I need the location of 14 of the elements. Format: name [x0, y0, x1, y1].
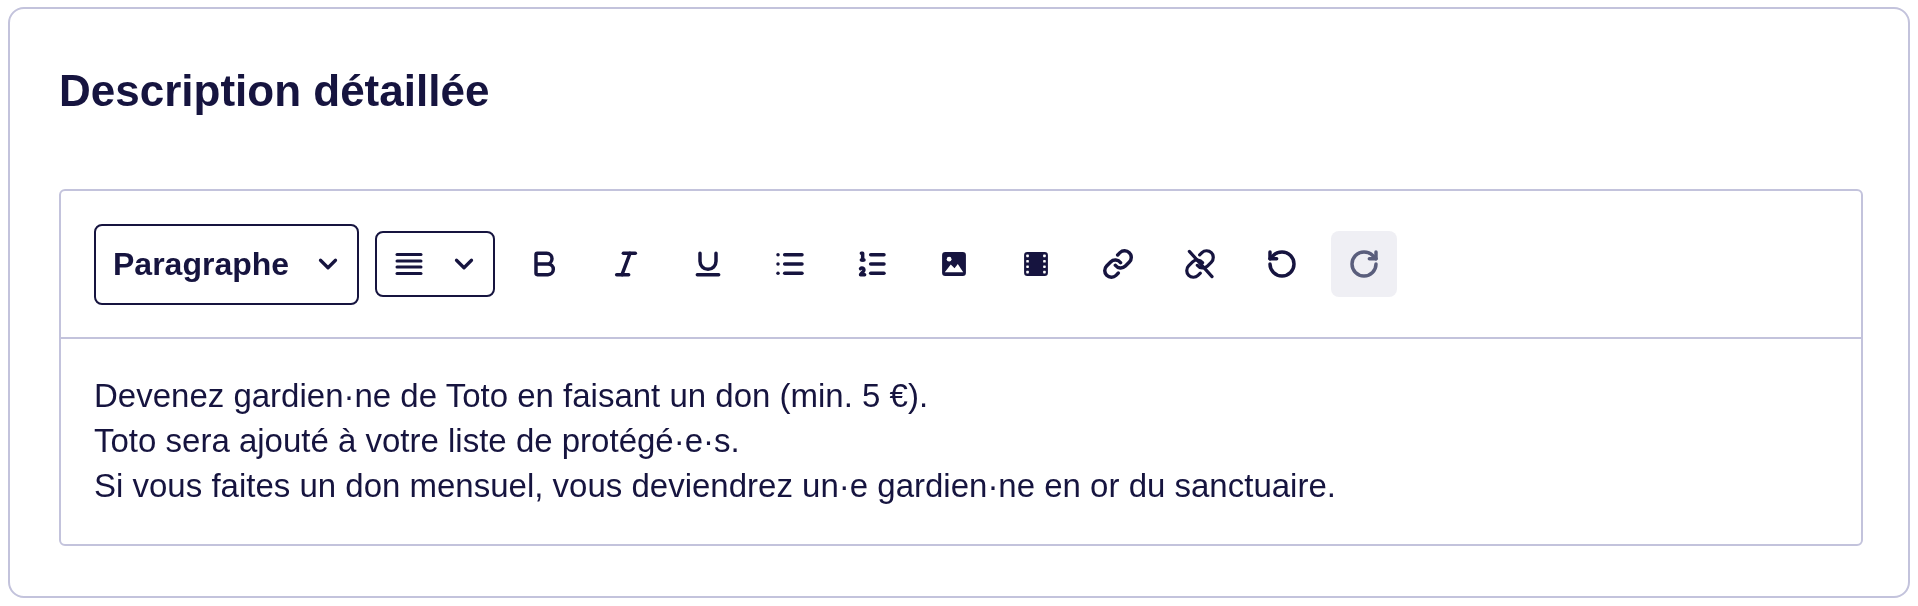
undo-icon: [1266, 248, 1299, 280]
rich-text-field[interactable]: Devenez gardien·ne de Toto en faisant un don (min. 5 €). Toto sera ajouté à votre liste de protégé·e·s. Si vous faites un don mensuel, vous deviendrez un·e gardien·ne en or du sanctuaire.: [61, 339, 1861, 544]
editor-text-line: Toto sera ajouté à votre liste de protégé·e·s.: [94, 421, 740, 461]
align-justify-icon: [395, 252, 424, 276]
image-icon: [941, 251, 968, 277]
link-icon: [1102, 248, 1135, 280]
section-title: Description détaillée: [59, 69, 490, 113]
editor-text-line: Si vous faites un don mensuel, vous deviendrez un·e gardien·ne en or du sanctuaire.: [94, 466, 1336, 506]
redo-icon: [1348, 248, 1381, 280]
link-slash-icon: [1184, 248, 1217, 280]
block-format-dropdown[interactable]: Paragraphe: [94, 223, 360, 305]
alignment-dropdown[interactable]: [375, 231, 496, 297]
editor-text-line: Devenez gardien·ne de Toto en faisant un don (min. 5 €).: [94, 376, 929, 416]
film-icon: [1023, 251, 1050, 277]
